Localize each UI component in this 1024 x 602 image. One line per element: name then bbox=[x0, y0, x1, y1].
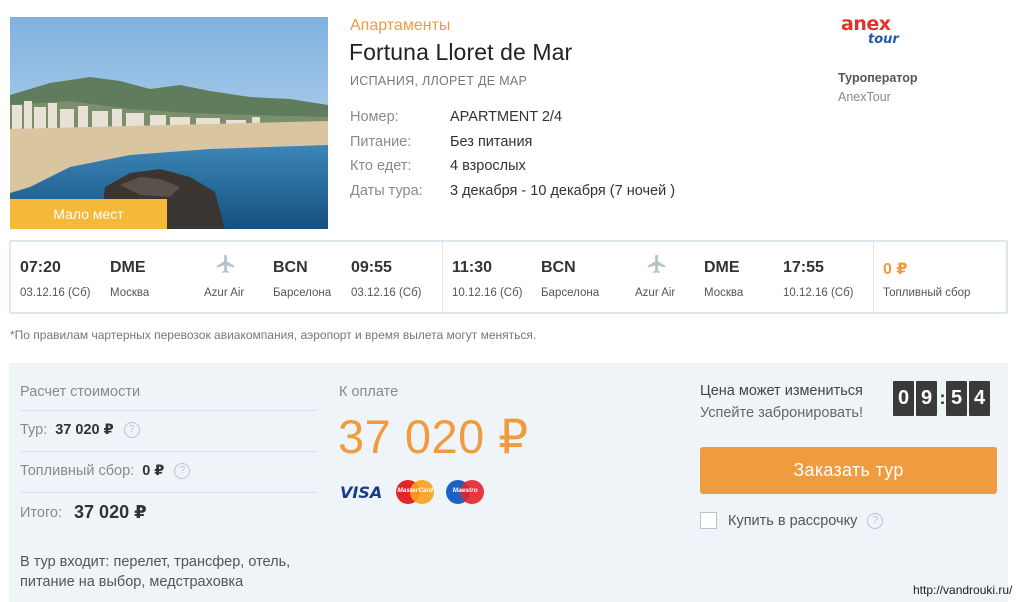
timer-digit: 5 bbox=[946, 381, 967, 416]
cost-tour-row: Тур: 37 020 ₽ ? bbox=[20, 422, 140, 438]
beach-image bbox=[10, 17, 328, 229]
return-dep-city: Барселона bbox=[541, 287, 600, 299]
divider bbox=[20, 410, 317, 411]
outbound-arr-city: Барселона bbox=[273, 287, 332, 299]
cost-fuel-value: 0 ₽ bbox=[142, 463, 165, 479]
return-dep-code: BCN bbox=[541, 259, 576, 276]
return-dep-date: 10.12.16 (Сб) bbox=[452, 287, 523, 299]
help-icon[interactable]: ? bbox=[174, 463, 191, 479]
installment-checkbox[interactable] bbox=[700, 512, 717, 529]
detail-value: Без питания bbox=[450, 133, 533, 150]
fuel-value: 0 ₽ bbox=[883, 261, 908, 278]
plane-icon bbox=[647, 254, 666, 274]
cost-tour-label: Тур: bbox=[20, 422, 48, 438]
cost-tour-value: 37 020 ₽ bbox=[55, 422, 114, 438]
detail-value: 3 декабря - 10 декабря (7 ночей ) bbox=[450, 182, 676, 199]
tour-details: Номер: APARTMENT 2/4 Питание: Без питани… bbox=[350, 105, 675, 203]
outbound-dep-date: 03.12.16 (Сб) bbox=[20, 287, 91, 299]
detail-dates: Даты тура: 3 декабря - 10 декабря (7 ноч… bbox=[350, 179, 675, 204]
outbound-dep-time: 07:20 bbox=[20, 259, 61, 276]
hotel-location: ИСПАНИЯ, ЛЛОРЕТ ДЕ МАР bbox=[350, 74, 528, 88]
plane-icon bbox=[216, 254, 235, 274]
fuel-label: Топливный сбор bbox=[883, 287, 971, 299]
order-tour-button[interactable]: Заказать тур bbox=[700, 447, 997, 494]
cost-fuel-row: Топливный сбор: 0 ₽ ? bbox=[20, 463, 191, 479]
detail-travellers: Кто едет: 4 взрослых bbox=[350, 154, 675, 179]
outbound-arr-time: 09:55 bbox=[351, 259, 392, 276]
hurry-text: Успейте забронировать! bbox=[700, 405, 863, 421]
detail-key: Кто едет: bbox=[350, 158, 412, 175]
payment-cards: VISA MasterCard Maestro bbox=[340, 480, 496, 504]
detail-key: Даты тура: bbox=[350, 182, 423, 199]
logo-text-top: anex bbox=[841, 13, 891, 35]
outbound-dep-city: Москва bbox=[110, 287, 150, 299]
return-dep-time: 11:30 bbox=[452, 259, 493, 276]
maestro-label: Maestro bbox=[452, 487, 478, 494]
detail-value: APARTMENT 2/4 bbox=[450, 109, 563, 126]
detail-meals: Питание: Без питания bbox=[350, 130, 675, 155]
price-note: Цена может измениться Успейте заброниров… bbox=[700, 380, 863, 424]
maestro-logo: Maestro bbox=[446, 480, 485, 504]
anex-tour-logo: anex tour bbox=[841, 14, 907, 54]
source-watermark: http://vandrouki.ru/ bbox=[913, 583, 1013, 597]
detail-key: Номер: bbox=[350, 109, 399, 126]
countdown-timer: 0 9 : 5 4 bbox=[893, 381, 992, 416]
pay-title: К оплате bbox=[339, 384, 399, 400]
operator-title: Туроператор bbox=[838, 71, 918, 85]
return-arr-code: DME bbox=[704, 259, 740, 276]
visa-logo: VISA bbox=[340, 482, 383, 502]
divider bbox=[20, 451, 317, 452]
price-may-change: Цена может измениться bbox=[700, 383, 863, 399]
cost-title: Расчет стоимости bbox=[20, 384, 141, 400]
outbound-dep-code: DME bbox=[110, 259, 146, 276]
detail-value: 4 взрослых bbox=[450, 158, 526, 175]
leg-divider bbox=[442, 242, 443, 312]
return-arr-city: Москва bbox=[704, 287, 744, 299]
operator-name: AnexTour bbox=[838, 90, 891, 104]
booking-panel: Расчет стоимости Тур: 37 020 ₽ ? Топливн… bbox=[9, 363, 1008, 602]
pay-amount: 37 020 ₽ bbox=[338, 410, 529, 463]
charter-disclaimer: *По правилам чартерных перевозок авиаком… bbox=[10, 328, 537, 342]
cost-total-label: Итого: bbox=[20, 504, 63, 521]
mastercard-label: MasterCard bbox=[397, 487, 434, 494]
few-places-badge: Мало мест bbox=[10, 199, 167, 229]
outbound-airline: Azur Air bbox=[204, 287, 245, 299]
timer-digit: 0 bbox=[893, 381, 914, 416]
hotel-photo[interactable]: Мало мест bbox=[10, 17, 328, 229]
timer-colon: : bbox=[939, 388, 946, 408]
mastercard-logo: MasterCard bbox=[396, 480, 435, 504]
return-airline: Azur Air bbox=[635, 287, 676, 299]
logo-text-bottom: tour bbox=[868, 32, 899, 47]
help-icon[interactable]: ? bbox=[123, 422, 140, 438]
fuel-divider bbox=[873, 242, 874, 312]
detail-key: Питание: bbox=[350, 133, 412, 150]
divider bbox=[20, 492, 317, 493]
cost-total-value: 37 020 ₽ bbox=[74, 502, 147, 522]
installment-option[interactable]: Купить в рассрочку ? bbox=[700, 512, 884, 529]
timer-digit: 4 bbox=[969, 381, 990, 416]
flights-box: 07:20 03.12.16 (Сб) DME Москва Azur Air … bbox=[9, 240, 1008, 314]
hotel-type: Апартаменты bbox=[350, 17, 451, 34]
return-arr-time: 17:55 bbox=[783, 259, 824, 276]
return-arr-date: 10.12.16 (Сб) bbox=[783, 287, 854, 299]
cost-fuel-label: Топливный сбор: bbox=[20, 463, 135, 479]
help-icon[interactable]: ? bbox=[867, 512, 884, 529]
hotel-name[interactable]: Fortuna Lloret de Mar bbox=[349, 39, 572, 66]
tour-includes: В тур входит: перелет, трансфер, отель, … bbox=[20, 554, 291, 590]
detail-room: Номер: APARTMENT 2/4 bbox=[350, 105, 675, 130]
installment-label: Купить в рассрочку bbox=[728, 512, 858, 529]
outbound-arr-date: 03.12.16 (Сб) bbox=[351, 287, 422, 299]
outbound-arr-code: BCN bbox=[273, 259, 308, 276]
timer-digit: 9 bbox=[916, 381, 937, 416]
cost-total-row: Итого: 37 020 ₽ bbox=[20, 502, 147, 523]
